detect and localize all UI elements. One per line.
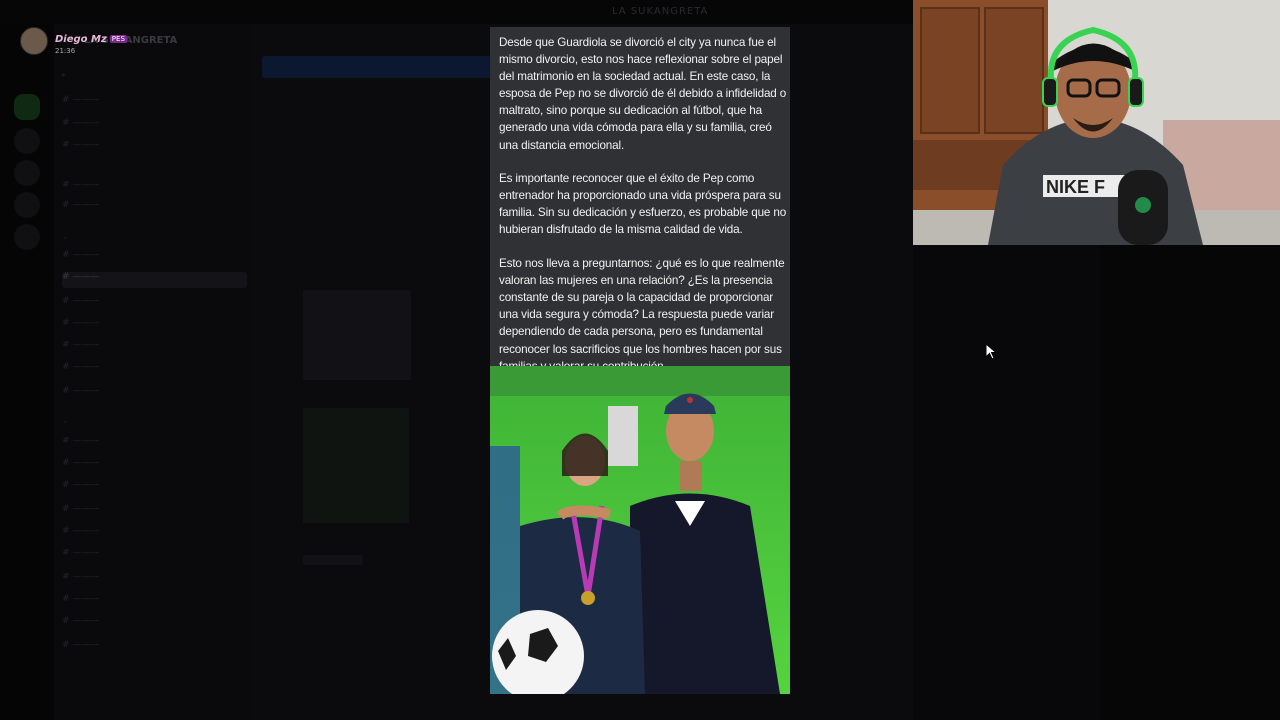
download-icon[interactable] xyxy=(14,224,40,250)
channel-item[interactable]: # ——— xyxy=(62,362,99,378)
webcam-feed: NIKE F xyxy=(913,0,1280,245)
members-sidebar xyxy=(1100,245,1280,720)
channel-item[interactable]: # ——— xyxy=(62,548,99,564)
channel-item[interactable]: ▸ xyxy=(62,70,66,86)
faded-image-attachment xyxy=(303,408,409,523)
channel-item[interactable]: # ——— xyxy=(62,526,99,542)
channel-category[interactable]: ⌄ xyxy=(62,416,69,432)
streamer-overlay: Diego Mz PES 21:36 xyxy=(20,27,127,55)
expanded-post-card: Desde que Guardiola se divorció el city … xyxy=(490,27,790,694)
compass-icon[interactable] xyxy=(14,128,40,154)
post-image[interactable] xyxy=(490,366,790,694)
channel-item[interactable]: # ——— xyxy=(62,340,99,356)
post-paragraph: Desde que Guardiola se divorció el city … xyxy=(499,36,787,152)
server-icon-active[interactable] xyxy=(14,94,40,120)
channel-item[interactable]: # ——— xyxy=(62,386,99,402)
channel-item[interactable]: # ——— xyxy=(62,616,99,632)
streamer-badge: PES xyxy=(109,35,127,43)
channel-item[interactable]: # ——— xyxy=(62,480,99,496)
channel-item[interactable]: # ——— xyxy=(62,200,99,216)
settings-icon[interactable] xyxy=(14,192,40,218)
server-rail xyxy=(0,24,54,720)
channel-item[interactable]: # ——— xyxy=(62,250,99,266)
post-body: Desde que Guardiola se divorció el city … xyxy=(499,34,790,391)
avatar xyxy=(20,27,48,55)
post-paragraph: Esto nos lleva a preguntarnos: ¿qué es l… xyxy=(499,257,785,373)
channel-item[interactable]: # ——— xyxy=(62,140,99,156)
stream-time: 21:36 xyxy=(55,47,76,55)
channel-item[interactable]: # ——— xyxy=(62,318,99,334)
channel-category[interactable]: ⌄ xyxy=(62,232,69,248)
faded-message-text xyxy=(303,555,363,565)
channel-item[interactable]: # ——— xyxy=(62,436,99,452)
faded-message-text xyxy=(303,290,411,380)
streamer-name: Diego Mz xyxy=(55,34,107,45)
channel-item[interactable]: # ——— xyxy=(62,640,99,656)
mouse-cursor-icon xyxy=(986,344,998,360)
channel-item-selected[interactable]: # ——— xyxy=(62,272,247,288)
channel-item[interactable]: # ——— xyxy=(62,458,99,474)
post-paragraph: Es importante reconocer que el éxito de … xyxy=(499,172,787,237)
channel-item[interactable]: # ——— xyxy=(62,95,99,111)
channel-item[interactable]: # ——— xyxy=(62,572,99,588)
channel-item[interactable]: # ——— xyxy=(62,180,99,196)
shirt-print: NIKE F xyxy=(1046,177,1105,197)
window-title: LA SUKANGRETA xyxy=(612,6,709,17)
channel-item[interactable]: # ——— xyxy=(62,118,99,134)
channel-item[interactable]: # ——— xyxy=(62,594,99,610)
channel-item[interactable]: # ——— xyxy=(62,504,99,520)
channel-item[interactable]: # ——— xyxy=(62,296,99,312)
info-icon[interactable] xyxy=(14,160,40,186)
